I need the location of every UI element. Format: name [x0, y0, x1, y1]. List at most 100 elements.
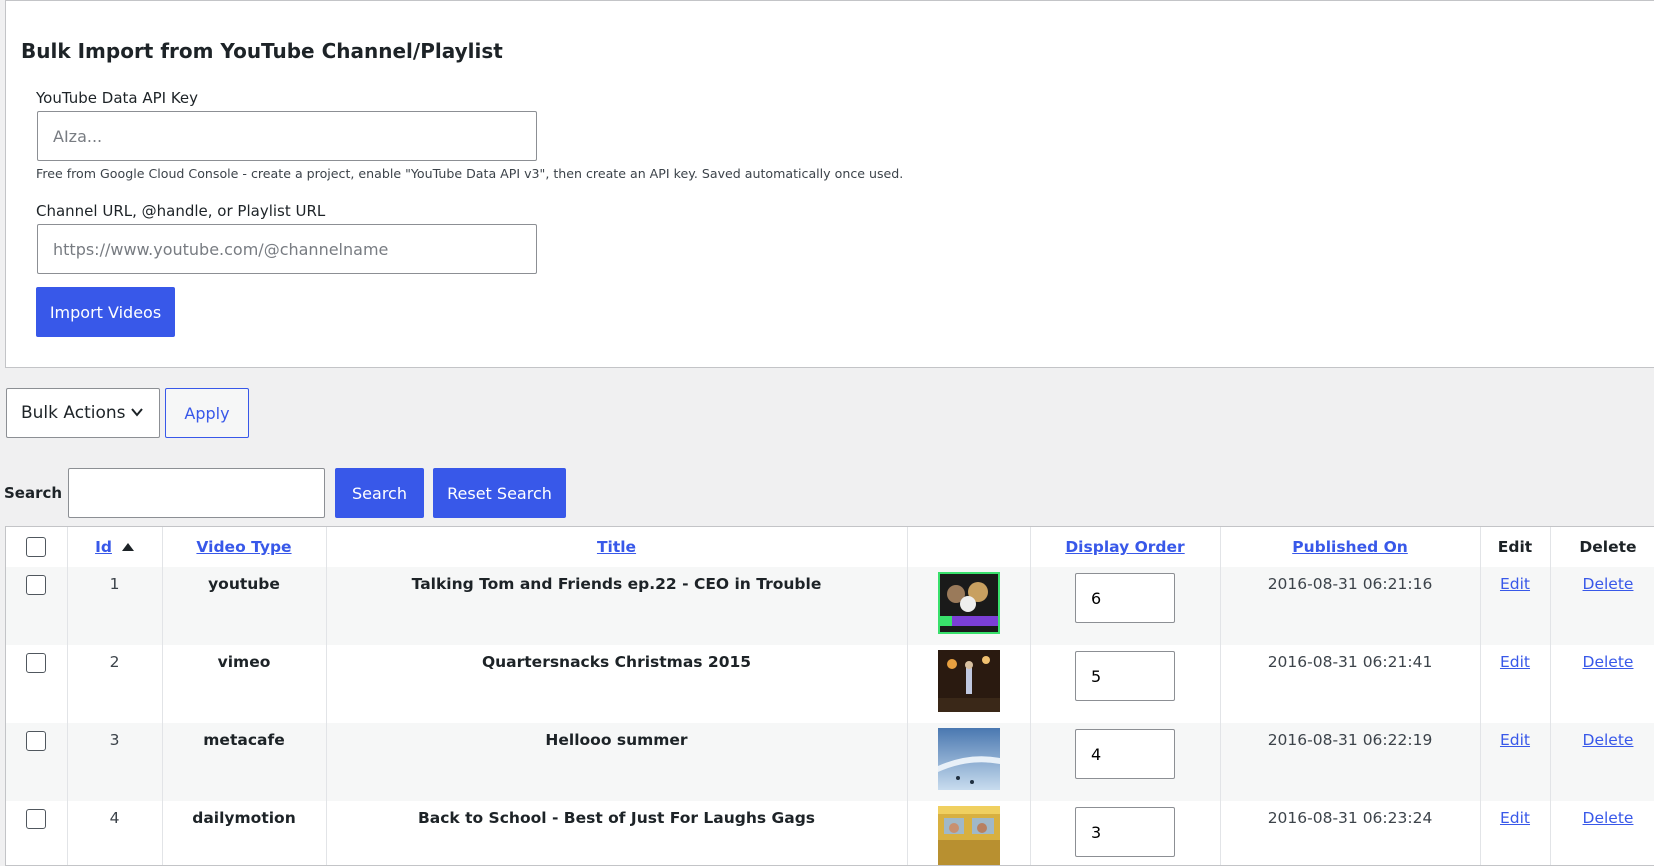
search-label: Search : — [4, 484, 74, 502]
videos-table-container: Id Video Type Title Display Order Publis… — [5, 526, 1654, 866]
row-checkbox[interactable] — [26, 575, 47, 595]
published-on-value: 2016-08-31 06:23:24 — [1267, 809, 1433, 827]
api-key-input[interactable] — [37, 111, 537, 161]
thumbnail-cell — [907, 645, 1031, 723]
id-cell: 1 — [67, 567, 163, 645]
edit-link[interactable]: Edit — [1500, 731, 1530, 749]
delete-column-header: Delete — [1550, 527, 1654, 567]
table-row: 3 metacafe Hellooo summer 4 2016-08-31 0… — [6, 723, 1654, 801]
video-type-cell: dailymotion — [162, 801, 327, 865]
id-sort-link[interactable]: Id — [95, 538, 112, 556]
thumbnail-column-header — [907, 527, 1031, 567]
select-all-checkbox[interactable] — [26, 537, 47, 557]
video-type-value: metacafe — [203, 731, 285, 749]
title-value: Hellooo summer — [545, 731, 688, 749]
edit-link[interactable]: Edit — [1500, 575, 1530, 593]
bulk-actions-selected: Bulk Actions — [21, 403, 126, 423]
id-column-header: Id — [67, 527, 163, 567]
video-type-value: vimeo — [217, 653, 271, 671]
id-value: 3 — [109, 731, 120, 749]
table-row: 4 dailymotion Back to School - Best of J… — [6, 801, 1654, 865]
published-on-cell: 2016-08-31 06:21:16 — [1220, 567, 1481, 645]
edit-cell: Edit — [1480, 645, 1551, 723]
edit-cell: Edit — [1480, 567, 1551, 645]
delete-link[interactable]: Delete — [1583, 575, 1634, 593]
edit-link[interactable]: Edit — [1500, 809, 1530, 827]
video-thumbnail — [937, 728, 1000, 790]
videos-table: Id Video Type Title Display Order Publis… — [6, 527, 1654, 865]
video-type-sort-link[interactable]: Video Type — [196, 538, 291, 556]
display-order-cell — [1030, 567, 1221, 645]
title-cell: Quartersnacks Christmas 2015 — [326, 645, 908, 723]
row-checkbox[interactable] — [26, 653, 47, 673]
chevron-down-icon — [131, 408, 143, 417]
edit-link[interactable]: Edit — [1500, 653, 1530, 671]
table-row: 1 youtube Talking Tom and Friends ep.22 … — [6, 567, 1654, 645]
video-type-column-header: Video Type — [162, 527, 327, 567]
display-order-sort-link[interactable]: Display Order — [1065, 538, 1184, 556]
delete-cell: Delete — [1550, 567, 1654, 645]
row-checkbox[interactable] — [26, 731, 47, 751]
id-value: 2 — [109, 653, 120, 671]
api-key-label: YouTube Data API Key — [36, 89, 199, 107]
title-cell: Back to School - Best of Just For Laughs… — [326, 801, 908, 865]
published-on-value: 2016-08-31 06:21:16 — [1267, 575, 1433, 593]
search-button[interactable]: Search — [335, 468, 424, 518]
id-cell: 4 — [67, 801, 163, 865]
title-value: Quartersnacks Christmas 2015 — [481, 653, 752, 671]
video-thumbnail — [937, 572, 1000, 634]
published-on-sort-link[interactable]: Published On — [1292, 538, 1408, 556]
api-key-help-text: Free from Google Cloud Console - create … — [36, 166, 904, 181]
delete-cell: Delete — [1550, 645, 1654, 723]
title-value: Talking Tom and Friends ep.22 - CEO in T… — [411, 575, 822, 593]
title-value: Back to School - Best of Just For Laughs… — [417, 809, 816, 827]
display-order-cell — [1030, 645, 1221, 723]
select-all-cell — [6, 527, 68, 567]
display-order-column-header: Display Order — [1030, 527, 1221, 567]
published-on-value: 2016-08-31 06:21:41 — [1267, 653, 1433, 671]
video-type-cell: metacafe — [162, 723, 327, 801]
import-videos-button[interactable]: Import Videos — [36, 287, 175, 337]
title-sort-link[interactable]: Title — [597, 538, 636, 556]
row-select-cell — [6, 567, 68, 645]
delete-link[interactable]: Delete — [1583, 653, 1634, 671]
sort-up-icon — [121, 542, 134, 551]
row-checkbox[interactable] — [26, 809, 47, 829]
table-row: 2 vimeo Quartersnacks Christmas 2015 5 2… — [6, 645, 1654, 723]
video-type-value: dailymotion — [192, 809, 296, 827]
table-header-row: Id Video Type Title Display Order Publis… — [6, 527, 1654, 567]
edit-cell: Edit — [1480, 801, 1551, 865]
id-cell: 2 — [67, 645, 163, 723]
id-value: 4 — [109, 809, 120, 827]
row-select-cell — [6, 723, 68, 801]
id-cell: 3 — [67, 723, 163, 801]
apply-button[interactable]: Apply — [165, 388, 249, 438]
published-on-column-header: Published On — [1220, 527, 1481, 567]
row-select-cell — [6, 801, 68, 865]
delete-cell: Delete — [1550, 723, 1654, 801]
channel-url-input[interactable] — [37, 224, 537, 274]
delete-cell: Delete — [1550, 801, 1654, 865]
delete-link[interactable]: Delete — [1583, 809, 1634, 827]
display-order-cell — [1030, 801, 1221, 865]
title-column-header: Title — [326, 527, 908, 567]
row-select-cell — [6, 645, 68, 723]
video-thumbnail — [937, 650, 1000, 712]
display-order-input[interactable] — [1075, 807, 1175, 857]
bulk-actions-select[interactable]: Bulk Actions — [6, 388, 160, 438]
id-value: 1 — [109, 575, 120, 593]
video-thumbnail — [937, 806, 1000, 865]
thumbnail-cell — [907, 801, 1031, 865]
video-type-cell: vimeo — [162, 645, 327, 723]
bulk-import-title: Bulk Import from YouTube Channel/Playlis… — [21, 39, 503, 63]
thumbnail-cell — [907, 567, 1031, 645]
reset-search-button[interactable]: Reset Search — [433, 468, 566, 518]
published-on-cell: 2016-08-31 06:21:41 — [1220, 645, 1481, 723]
search-input[interactable] — [68, 468, 325, 518]
delete-link[interactable]: Delete — [1583, 731, 1634, 749]
display-order-input[interactable] — [1075, 729, 1175, 779]
published-on-cell: 2016-08-31 06:23:24 — [1220, 801, 1481, 865]
display-order-input[interactable] — [1075, 573, 1175, 623]
published-on-value: 2016-08-31 06:22:19 — [1267, 731, 1433, 749]
display-order-input[interactable] — [1075, 651, 1175, 701]
